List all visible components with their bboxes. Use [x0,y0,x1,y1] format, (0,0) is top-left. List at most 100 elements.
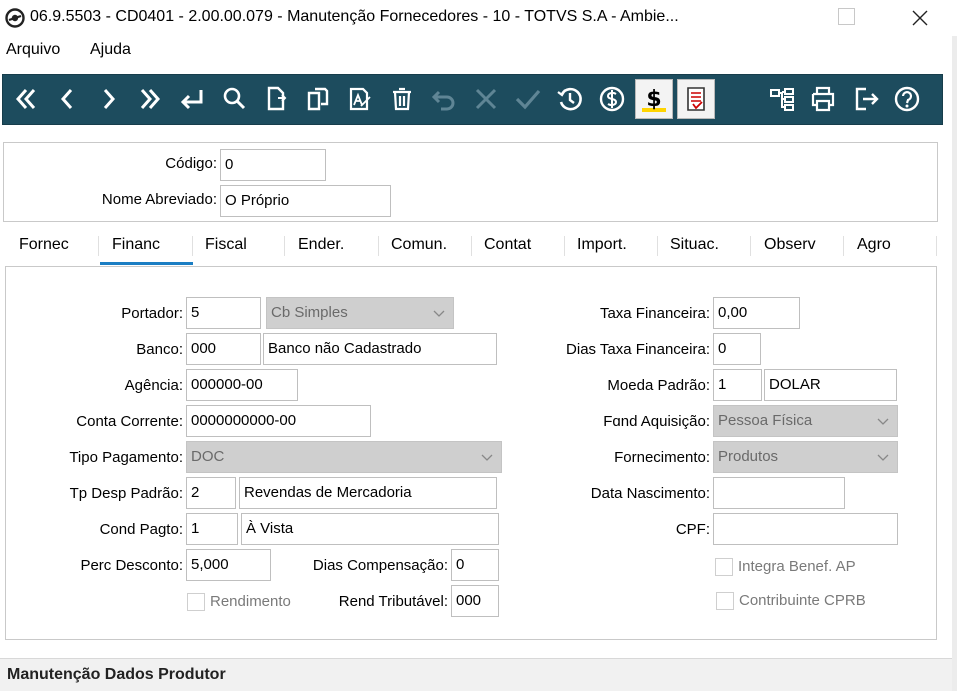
cpf-field[interactable] [713,513,898,545]
tab-separator [564,236,565,256]
tab-agro[interactable]: Agro [857,236,891,260]
report-icon[interactable] [677,79,715,119]
svg-text:$: $ [646,87,661,112]
banco-label: Banco: [136,341,183,358]
dias-taxa-field[interactable]: 0 [713,333,761,365]
tab-financ[interactable]: Financ [112,236,160,260]
codigo-field[interactable]: 0 [220,149,326,181]
moeda-name-field[interactable]: DOLAR [764,369,897,401]
tab-comun[interactable]: Comun. [391,236,447,260]
minimize-button[interactable] [766,4,796,32]
print-icon[interactable] [806,82,840,116]
moeda-label: Moeda Padrão: [607,377,710,394]
tab-separator [98,236,99,256]
tab-ender[interactable]: Ender. [298,236,344,260]
copy-icon[interactable] [301,82,335,116]
dias-compensacao-field[interactable]: 0 [451,549,499,581]
chevron-down-icon [433,310,445,317]
tab-fornec[interactable]: Fornec [19,236,69,260]
data-nascimento-field[interactable] [713,477,845,509]
conta-corrente-label: Conta Corrente: [76,413,183,430]
tab-situac[interactable]: Situac. [670,236,719,260]
rend-tributavel-label: Rend Tributável: [338,593,448,610]
tab-separator [750,236,751,256]
portador-field[interactable]: 5 [186,297,261,329]
app-icon[interactable] [5,8,25,28]
perc-desconto-field[interactable]: 5,000 [186,549,271,581]
banco-code-field[interactable]: 000 [186,333,261,365]
fornecimento-combo[interactable]: Produtos [713,441,898,473]
perc-desconto-label: Perc Desconto: [80,557,183,574]
first-icon[interactable] [9,82,43,116]
fund-aquisicao-combo[interactable]: Pessoa Física [713,405,898,437]
tab-import[interactable]: Import. [577,236,627,260]
rend-tributavel-field[interactable]: 000 [451,585,499,617]
dias-compensacao-label: Dias Compensação: [312,557,448,574]
tab-contat[interactable]: Contat [484,236,531,260]
help-icon[interactable] [890,82,924,116]
taxa-financeira-field[interactable]: 0,00 [713,297,800,329]
menu-arquivo[interactable]: Arquivo [6,41,60,59]
tab-separator [657,236,658,256]
codigo-label: Código: [165,155,217,172]
portador-combo[interactable]: Cb Simples [266,297,454,329]
tab-separator [936,236,937,256]
taxa-financeira-label: Taxa Financeira: [599,305,710,322]
cancel-icon[interactable] [469,82,503,116]
search-icon[interactable] [217,82,251,116]
rendimento-label: Rendimento [210,593,291,610]
next-icon[interactable] [92,82,126,116]
new-icon[interactable] [259,82,293,116]
cond-pagto-label: Cond Pagto: [99,521,183,538]
undo-icon[interactable] [427,82,461,116]
fund-aquisicao-label: Fɑnd Aquisição: [603,413,710,430]
tab-separator [192,236,193,256]
tab-observ[interactable]: Observ [764,236,816,260]
menu-ajuda[interactable]: Ajuda [90,41,131,59]
tree-icon[interactable] [765,82,799,116]
tp-desp-code-field[interactable]: 2 [186,477,236,509]
conta-corrente-field[interactable]: 0000000000-00 [186,405,371,437]
close-button[interactable] [907,6,933,30]
tp-desp-label: Tp Desp Padrão: [69,485,183,502]
fornecimento-label: Fornecimento: [614,449,710,466]
portador-label: Portador: [121,305,183,322]
agencia-label: Agência: [124,377,183,394]
tp-desp-name-field[interactable]: Revendas de Mercadoria [239,477,497,509]
prev-icon[interactable] [50,82,84,116]
last-icon[interactable] [133,82,167,116]
window-edge [952,36,957,691]
chevron-down-icon [877,454,889,461]
tipo-pagamento-combo[interactable]: DOC [186,441,502,473]
chevron-down-icon [481,454,493,461]
maximize-button[interactable] [838,8,855,25]
cond-pagto-name-field[interactable]: À Vista [241,513,499,545]
tipo-pagamento-label: Tipo Pagamento: [69,449,183,466]
contribuinte-cprb-label: Contribuinte CPRB [739,592,866,609]
fornecimento-value: Produtos [718,448,779,465]
rendimento-checkbox[interactable] [187,593,205,611]
active-tab-indicator [100,262,193,265]
menu-bar [0,37,957,67]
moeda-code-field[interactable]: 1 [713,369,762,401]
save-icon[interactable] [511,82,545,116]
banco-name-field[interactable]: Banco não Cadastrado [263,333,497,365]
tab-separator [471,236,472,256]
nome-abreviado-field[interactable]: O Próprio [220,185,391,217]
edit-icon[interactable] [343,82,377,116]
delete-icon[interactable] [385,82,419,116]
tab-fiscal[interactable]: Fiscal [205,236,247,260]
history-icon[interactable] [553,82,587,116]
goto-icon[interactable] [175,82,209,116]
cond-pagto-code-field[interactable]: 1 [186,513,238,545]
status-text: Manutenção Dados Produtor [7,666,226,683]
portador-combo-value: Cb Simples [271,304,348,321]
contribuinte-cprb-checkbox[interactable] [716,592,734,610]
header-panel [3,142,938,222]
integra-benef-label: Integra Benef. AP [738,558,856,575]
agencia-field[interactable]: 000000-00 [186,369,298,401]
financial-icon[interactable]: $ [635,79,673,119]
exit-icon[interactable] [850,82,884,116]
currency-icon[interactable] [595,82,629,116]
integra-benef-checkbox[interactable] [715,558,733,576]
